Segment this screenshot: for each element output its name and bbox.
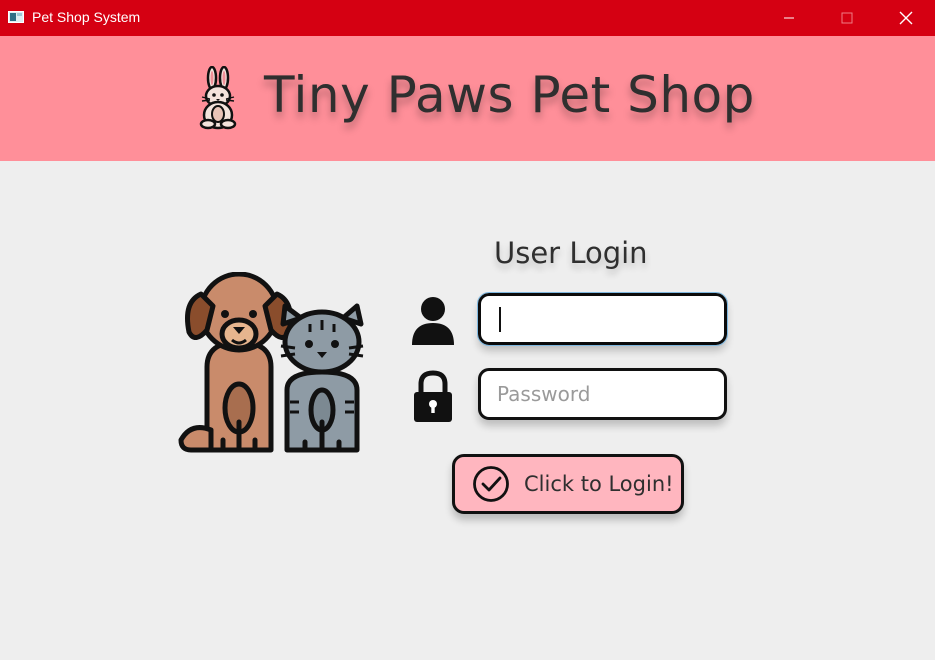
login-heading: User Login (494, 236, 648, 270)
window-titlebar: Pet Shop System (0, 0, 935, 36)
user-icon (412, 297, 454, 345)
shop-title: Tiny Paws Pet Shop (264, 66, 755, 124)
maximize-icon (841, 12, 853, 24)
username-input[interactable] (481, 296, 724, 342)
check-circle-icon (473, 466, 509, 502)
bunny-icon (199, 66, 237, 130)
password-input[interactable] (481, 371, 724, 417)
window-title: Pet Shop System (32, 9, 141, 25)
password-field[interactable] (478, 368, 727, 420)
maximize-button[interactable] (824, 0, 870, 36)
close-icon (899, 11, 913, 25)
minimize-button[interactable] (766, 0, 812, 36)
username-field[interactable] (477, 292, 728, 346)
login-button-label: Click to Login! (524, 472, 674, 496)
lock-icon (414, 370, 452, 422)
close-button[interactable] (883, 0, 929, 36)
dog-and-cat-icon (178, 272, 364, 453)
minimize-icon (784, 17, 794, 19)
window-app-icon (8, 11, 24, 23)
text-cursor (499, 307, 501, 332)
login-button[interactable]: Click to Login! (452, 454, 684, 514)
